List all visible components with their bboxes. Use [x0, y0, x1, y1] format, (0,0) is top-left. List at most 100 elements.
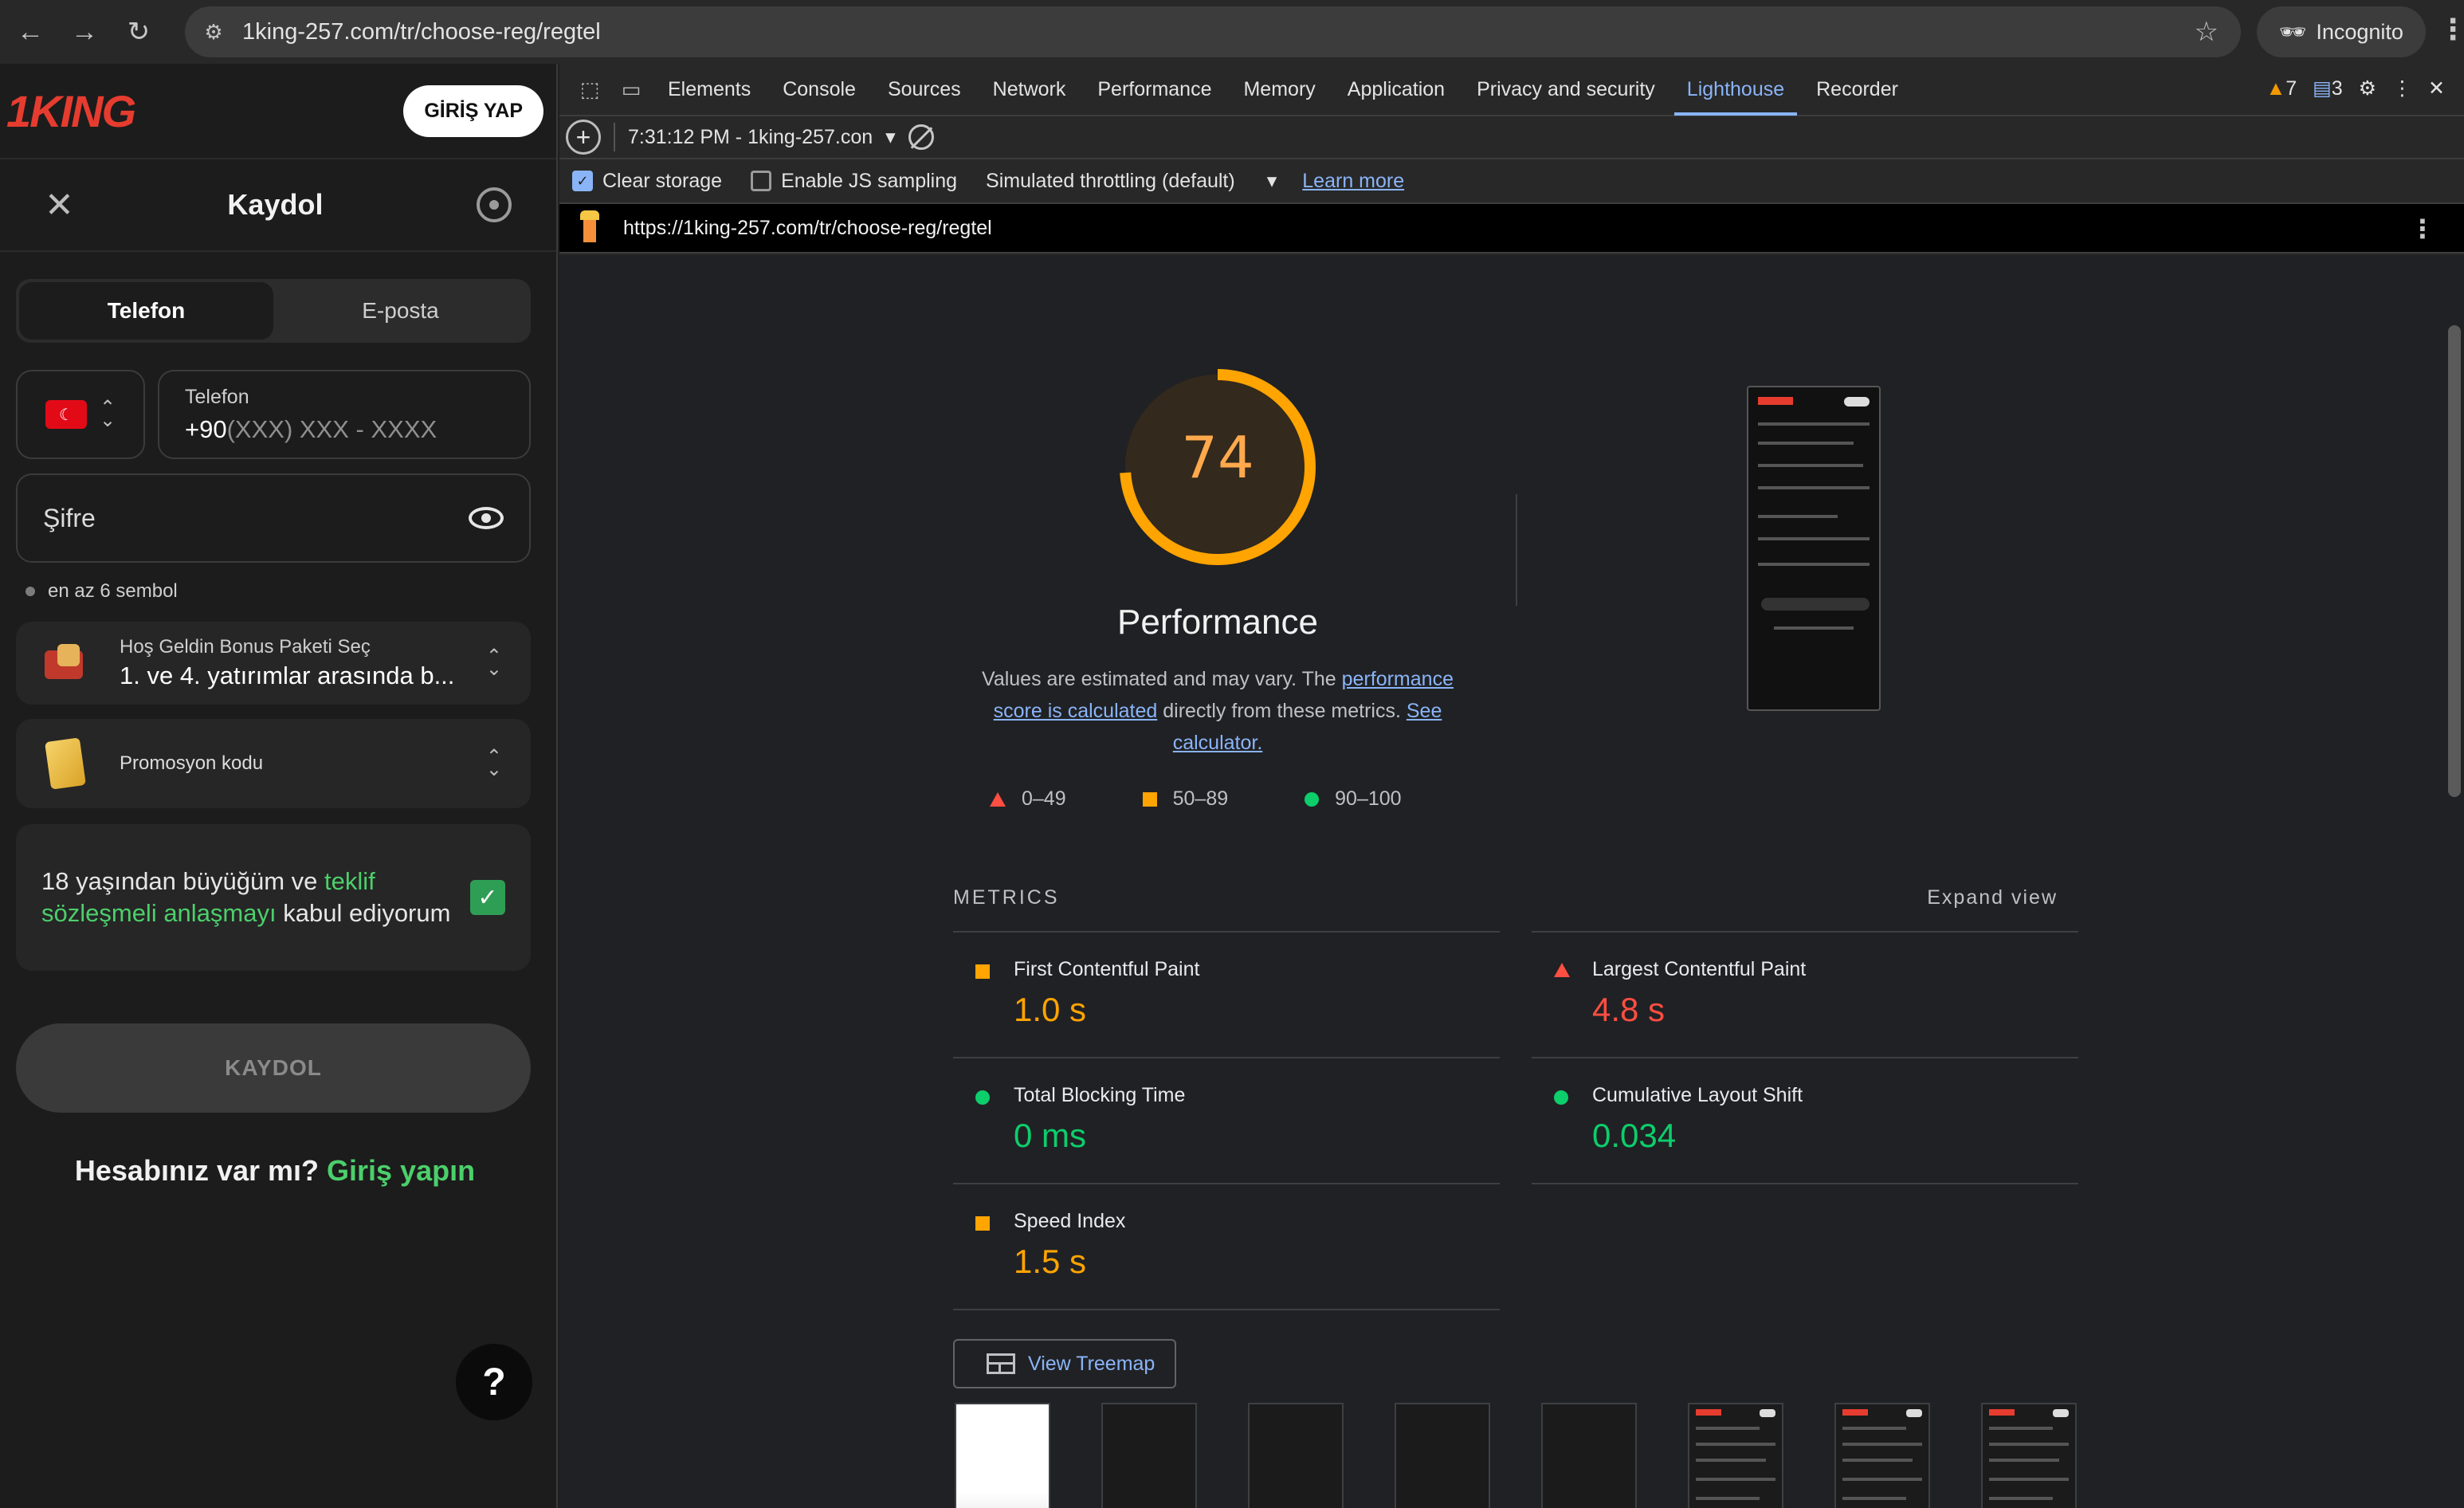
device-toolbar-icon[interactable]: ▭ [610, 72, 652, 107]
filmstrip-frame [955, 1403, 1050, 1508]
tab-network[interactable]: Network [977, 63, 1082, 116]
reload-icon[interactable]: ↻ [115, 8, 163, 56]
tab-memory[interactable]: Memory [1227, 63, 1331, 116]
filmstrip-frame [1688, 1403, 1783, 1508]
site-viewport: 1KING GİRİŞ YAP ✕ Kaydol Telefon E-posta… [0, 64, 558, 1508]
tab-console[interactable]: Console [767, 63, 872, 116]
tab-application[interactable]: Application [1332, 63, 1461, 116]
filmstrip [955, 1403, 2077, 1508]
browser-toolbar: ← → ↻ ⚙ 1king-257.com/tr/choose-reg/regt… [0, 0, 2464, 64]
legend-average: 50–89 [1142, 787, 1229, 811]
report-menu-icon[interactable]: ⋮ [2410, 214, 2435, 244]
incognito-button[interactable]: 🕶 Incognito [2257, 6, 2426, 57]
site-settings-icon[interactable]: ⚙ [191, 10, 236, 54]
close-icon[interactable]: ✕ [45, 185, 74, 226]
tab-email[interactable]: E-posta [273, 282, 528, 340]
register-header: ✕ Kaydol [0, 159, 556, 252]
lighthouse-options: ✓ Clear storage Enable JS sampling Simul… [559, 159, 2464, 204]
tab-elements[interactable]: Elements [652, 63, 767, 116]
tab-phone[interactable]: Telefon [19, 282, 273, 340]
incognito-icon: 🕶 [2279, 20, 2307, 44]
metric-name: Speed Index [1014, 1210, 1126, 1232]
bonus-value: 1. ve 4. yatırımlar arasında b... [120, 662, 455, 689]
fail-triangle-icon [1554, 963, 1570, 977]
close-devtools-icon[interactable]: ✕ [2428, 77, 2445, 100]
js-sampling-checkbox[interactable] [751, 171, 772, 191]
login-button[interactable]: GİRİŞ YAP [403, 84, 543, 137]
support-icon[interactable] [477, 187, 512, 222]
password-hint-text: en az 6 sembol [48, 580, 178, 602]
metric-speed-index: Speed Index 1.5 s [953, 1183, 1500, 1309]
expand-view-toggle[interactable]: Expand view [1927, 886, 2058, 909]
average-square-icon [1142, 791, 1157, 807]
browser-menu-icon[interactable]: ⋮ [2438, 13, 2464, 46]
login-link[interactable]: Giriş yapın [327, 1154, 475, 1187]
have-account-text: Hesabınız var mı? Giriş yapın [0, 1154, 550, 1188]
category-title: Performance [1117, 603, 1318, 642]
tab-performance[interactable]: Performance [1081, 63, 1227, 116]
clear-storage-checkbox[interactable]: ✓ [572, 171, 593, 191]
report-selector[interactable]: 7:31:12 PM - 1king-257.con [628, 126, 873, 149]
view-treemap-button[interactable]: View Treemap [953, 1339, 1176, 1388]
clear-storage-label: Clear storage [602, 169, 723, 192]
terms-agreement: 18 yaşından büyüğüm ve teklif sözleşmeli… [16, 824, 531, 971]
tab-privacy-security[interactable]: Privacy and security [1461, 63, 1671, 116]
site-logo[interactable]: 1KING [6, 85, 136, 137]
address-url[interactable]: 1king-257.com/tr/choose-reg/regtel [242, 19, 601, 45]
bonus-package-select[interactable]: Hoş Geldin Bonus Paketi Seç 1. ve 4. yat… [16, 622, 531, 705]
register-submit-button[interactable]: KAYDOL [16, 1023, 531, 1113]
devtools-status: ▲7 ▤3 ⚙ ⋮ ✕ [2266, 77, 2445, 100]
clear-reports-icon[interactable] [908, 124, 934, 150]
show-password-eye-icon[interactable] [469, 507, 504, 529]
final-screenshot-thumbnail[interactable] [1747, 386, 1881, 711]
turkey-flag-icon: ☾ [45, 400, 87, 429]
warnings-count: 7 [2285, 77, 2297, 100]
metric-name: Total Blocking Time [1014, 1084, 1186, 1106]
divider [953, 1309, 1500, 1310]
dropdown-caret-icon[interactable]: ▾ [885, 125, 896, 149]
metric-value: 0.034 [1592, 1117, 1677, 1154]
phone-input[interactable]: +90(XXX) XXX - XXXX [185, 415, 504, 444]
fail-triangle-icon [990, 791, 1006, 807]
address-bar[interactable]: ⚙ 1king-257.com/tr/choose-reg/regtel ☆ [185, 6, 2241, 57]
bookmark-star-icon[interactable]: ☆ [2195, 16, 2219, 48]
devtools-menu-icon[interactable]: ⋮ [2392, 77, 2412, 100]
metric-tbt: Total Blocking Time 0 ms [953, 1057, 1500, 1183]
pass-circle-icon [1305, 791, 1320, 807]
metrics-heading: METRICS [953, 886, 1060, 909]
learn-more-link[interactable]: Learn more [1302, 170, 1404, 193]
report-url-bar: https://1king-257.com/tr/choose-reg/regt… [559, 204, 2464, 253]
settings-gear-icon[interactable]: ⚙ [2359, 77, 2376, 100]
new-report-plus-icon[interactable]: + [566, 120, 601, 155]
warnings-badge[interactable]: ▲7 [2266, 77, 2297, 100]
password-field[interactable]: Şifre [16, 473, 531, 563]
filmstrip-frame [1101, 1403, 1197, 1508]
messages-badge[interactable]: ▤3 [2313, 77, 2343, 100]
help-button[interactable]: ? [456, 1344, 532, 1420]
phone-field[interactable]: Telefon +90(XXX) XXX - XXXX [158, 370, 531, 459]
tab-sources[interactable]: Sources [872, 63, 977, 116]
metric-value: 0 ms [1014, 1117, 1087, 1154]
site-header: 1KING GİRİŞ YAP [0, 64, 556, 159]
inspect-element-icon[interactable]: ⬚ [569, 72, 610, 107]
terms-checkbox[interactable]: ✓ [470, 880, 505, 915]
forward-icon[interactable]: → [61, 8, 108, 56]
throttling-dropdown-icon[interactable]: ▾ [1267, 169, 1277, 193]
tab-lighthouse[interactable]: Lighthouse [1671, 63, 1800, 116]
desc-text-2: directly from these metrics. [1157, 700, 1407, 722]
report-scrollbar[interactable] [2448, 325, 2461, 797]
back-icon[interactable]: ← [6, 8, 54, 56]
phone-prefix: +90 [185, 415, 227, 443]
average-square-icon [975, 1216, 990, 1231]
legend-average-label: 50–89 [1172, 787, 1229, 810]
gift-box-icon [38, 641, 92, 685]
tab-recorder[interactable]: Recorder [1800, 63, 1914, 116]
promo-code-select[interactable]: Promosyon kodu ⌃ ⌄ [16, 719, 531, 808]
country-code-select[interactable]: ☾ ⌃ ⌄ [16, 370, 145, 459]
divider [614, 123, 615, 151]
desc-text-1: Values are estimated and may vary. The [982, 668, 1342, 690]
warning-icon: ▲ [2266, 77, 2286, 100]
legend-pass: 90–100 [1305, 787, 1402, 811]
lighthouse-toolbar: + 7:31:12 PM - 1king-257.con ▾ [559, 116, 2464, 159]
metrics-column-left: First Contentful Paint 1.0 s Total Block… [953, 931, 1500, 1310]
